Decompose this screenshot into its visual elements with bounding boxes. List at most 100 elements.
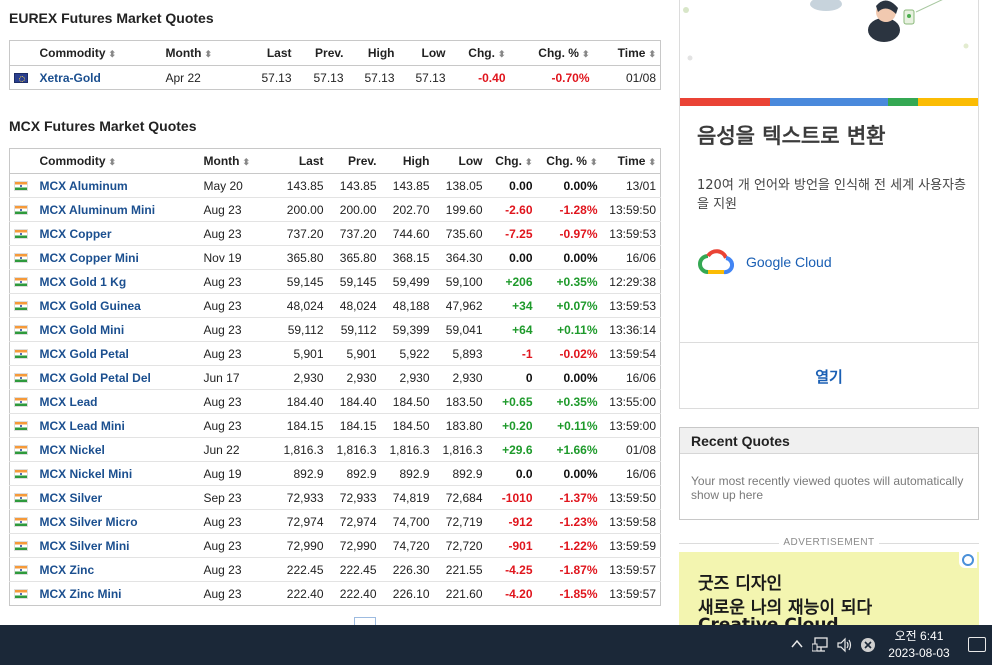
commodity-link[interactable]: MCX Gold Petal [35,341,200,366]
scroll-indicator[interactable] [354,617,376,625]
india-flag-icon [14,421,28,432]
month-column-header[interactable]: Month ⬍ [161,40,244,66]
commodity-column-header[interactable]: Commodity ⬍ [35,148,200,174]
india-flag-icon [14,493,28,504]
chg-pct-cell: -0.97% [536,221,602,246]
chg-column-header[interactable]: Chg. ⬍ [449,40,510,66]
low-cell: 221.60 [433,581,487,606]
chg-cell: -4.20 [486,581,537,606]
sort-icon: ⬍ [524,157,533,167]
chg-pct-cell: -1.28% [536,197,602,222]
creative-cloud-ad[interactable]: 굿즈 디자인 새로운 나의 재능이 되다 Creative Cloud [679,552,979,625]
commodity-link[interactable]: MCX Copper [35,221,200,246]
low-cell: 5,893 [433,341,487,366]
commodity-link[interactable]: MCX Silver Mini [35,533,200,558]
chg-cell: +0.20 [486,413,537,438]
commodity-link[interactable]: MCX Gold Mini [35,317,200,342]
commodity-link[interactable]: MCX Gold Guinea [35,293,200,318]
low-cell: 138.05 [445,178,483,193]
ad-choices-icon[interactable] [959,552,977,568]
volume-icon[interactable] [836,637,854,656]
india-flag-icon [14,277,28,288]
commodity-link[interactable]: MCX Copper Mini [35,245,200,270]
advertisement-label: ADVERTISEMENT [679,537,979,549]
commodity-link[interactable]: MCX Silver [35,485,200,510]
table-row: MCX Copper Aug 23 737.20 737.20 744.60 735.60… [9,221,661,246]
ad-illustration [680,0,978,98]
commodity-link[interactable]: MCX Aluminum Mini [35,197,200,222]
chevron-up-icon[interactable] [790,637,804,654]
last-cell: 72,990 [265,533,328,558]
commodity-link[interactable]: MCX Nickel Mini [35,461,200,486]
close-circle-icon[interactable] [860,637,876,656]
chg-pct-cell: 0.00% [536,245,602,270]
sort-icon: ⬍ [648,157,656,167]
month-cell: Aug 23 [199,197,266,222]
month-cell: May 20 [203,178,243,193]
india-flag-icon [14,589,28,600]
eurex-quotes-table: Commodity ⬍ Month ⬍ Last Prev. High Low Ch… [9,40,661,90]
india-flag-icon [14,325,28,336]
chg-pct-cell: +0.35% [536,269,602,294]
commodity-column-header[interactable]: Commodity ⬍ [35,40,162,66]
last-column-header: Last [265,148,328,174]
windows-taskbar: 오전 6:41 2023-08-03 [0,625,992,665]
chg-pct-cell: +0.11% [536,317,602,342]
prev-cell: 365.80 [327,245,381,270]
commodity-link[interactable]: MCX Nickel [35,437,200,462]
sort-icon: ⬍ [497,49,506,59]
month-cell: Aug 23 [199,389,266,414]
network-icon[interactable] [811,637,830,656]
time-cell: 13/01 [625,178,656,193]
chg-pct-column-header[interactable]: Chg. % ⬍ [536,148,602,174]
prev-cell: 59,145 [327,269,381,294]
chg-pct-column-header[interactable]: Chg. % ⬍ [509,40,594,66]
commodity-link[interactable]: Xetra-Gold [36,66,162,90]
last-cell: 72,974 [265,509,328,534]
chg-cell: -1010 [486,485,537,510]
sort-icon: ⬍ [108,49,117,59]
commodity-link[interactable]: MCX Zinc [35,557,200,582]
time-cell: 12:29:38 [601,269,661,294]
low-column-header: Low [398,40,450,66]
month-cell: Aug 23 [199,557,266,582]
low-cell: 59,041 [433,317,487,342]
notification-icon[interactable] [968,637,986,652]
chg-cell: 0 [486,365,537,390]
prev-cell: 222.45 [327,557,381,582]
india-flag-icon [14,397,28,408]
last-column-header: Last [243,40,296,66]
prev-column-header: Prev. [295,40,348,66]
india-flag-icon [14,445,28,456]
chg-cell: -912 [486,509,537,534]
chg-column-header[interactable]: Chg. ⬍ [486,148,537,174]
prev-cell: 59,112 [327,317,381,342]
commodity-link[interactable]: MCX Aluminum [36,174,200,198]
commodity-link[interactable]: MCX Lead Mini [35,413,200,438]
month-cell: Nov 19 [199,245,266,270]
taskbar-clock[interactable]: 오전 6:41 2023-08-03 [880,628,958,662]
chg-cell: -0.40 [478,70,506,85]
table-row: MCX Gold Petal Aug 23 5,901 5,901 5,922 5,893… [9,341,661,366]
last-cell: 222.40 [265,581,328,606]
time-cell: 13:59:50 [601,197,661,222]
chg-cell: 0.0 [486,461,537,486]
commodity-link[interactable]: MCX Lead [35,389,200,414]
google-cloud-ad[interactable]: 음성을 텍스트로 변환 120여 개 언어와 방언을 인식해 전 세계 사용자층… [679,0,979,409]
time-column-header[interactable]: Time ⬍ [601,148,661,174]
chg-pct-cell: -1.85% [536,581,602,606]
time-column-header[interactable]: Time ⬍ [593,40,661,66]
commodity-link[interactable]: MCX Gold Petal Del [35,365,200,390]
prev-cell: 72,990 [327,533,381,558]
commodity-link[interactable]: MCX Silver Micro [35,509,200,534]
commodity-link[interactable]: MCX Zinc Mini [35,581,200,606]
commodity-link[interactable]: MCX Gold 1 Kg [35,269,200,294]
month-cell: Aug 19 [199,461,266,486]
time-cell: 13:59:53 [601,293,661,318]
month-column-header[interactable]: Month ⬍ [199,148,266,174]
month-cell: Aug 23 [199,221,266,246]
ad-open-button[interactable]: 열기 [680,366,978,387]
mcx-section-title: MCX Futures Market Quotes [9,118,197,134]
time-cell: 13:59:58 [601,509,661,534]
chg-cell: -901 [486,533,537,558]
